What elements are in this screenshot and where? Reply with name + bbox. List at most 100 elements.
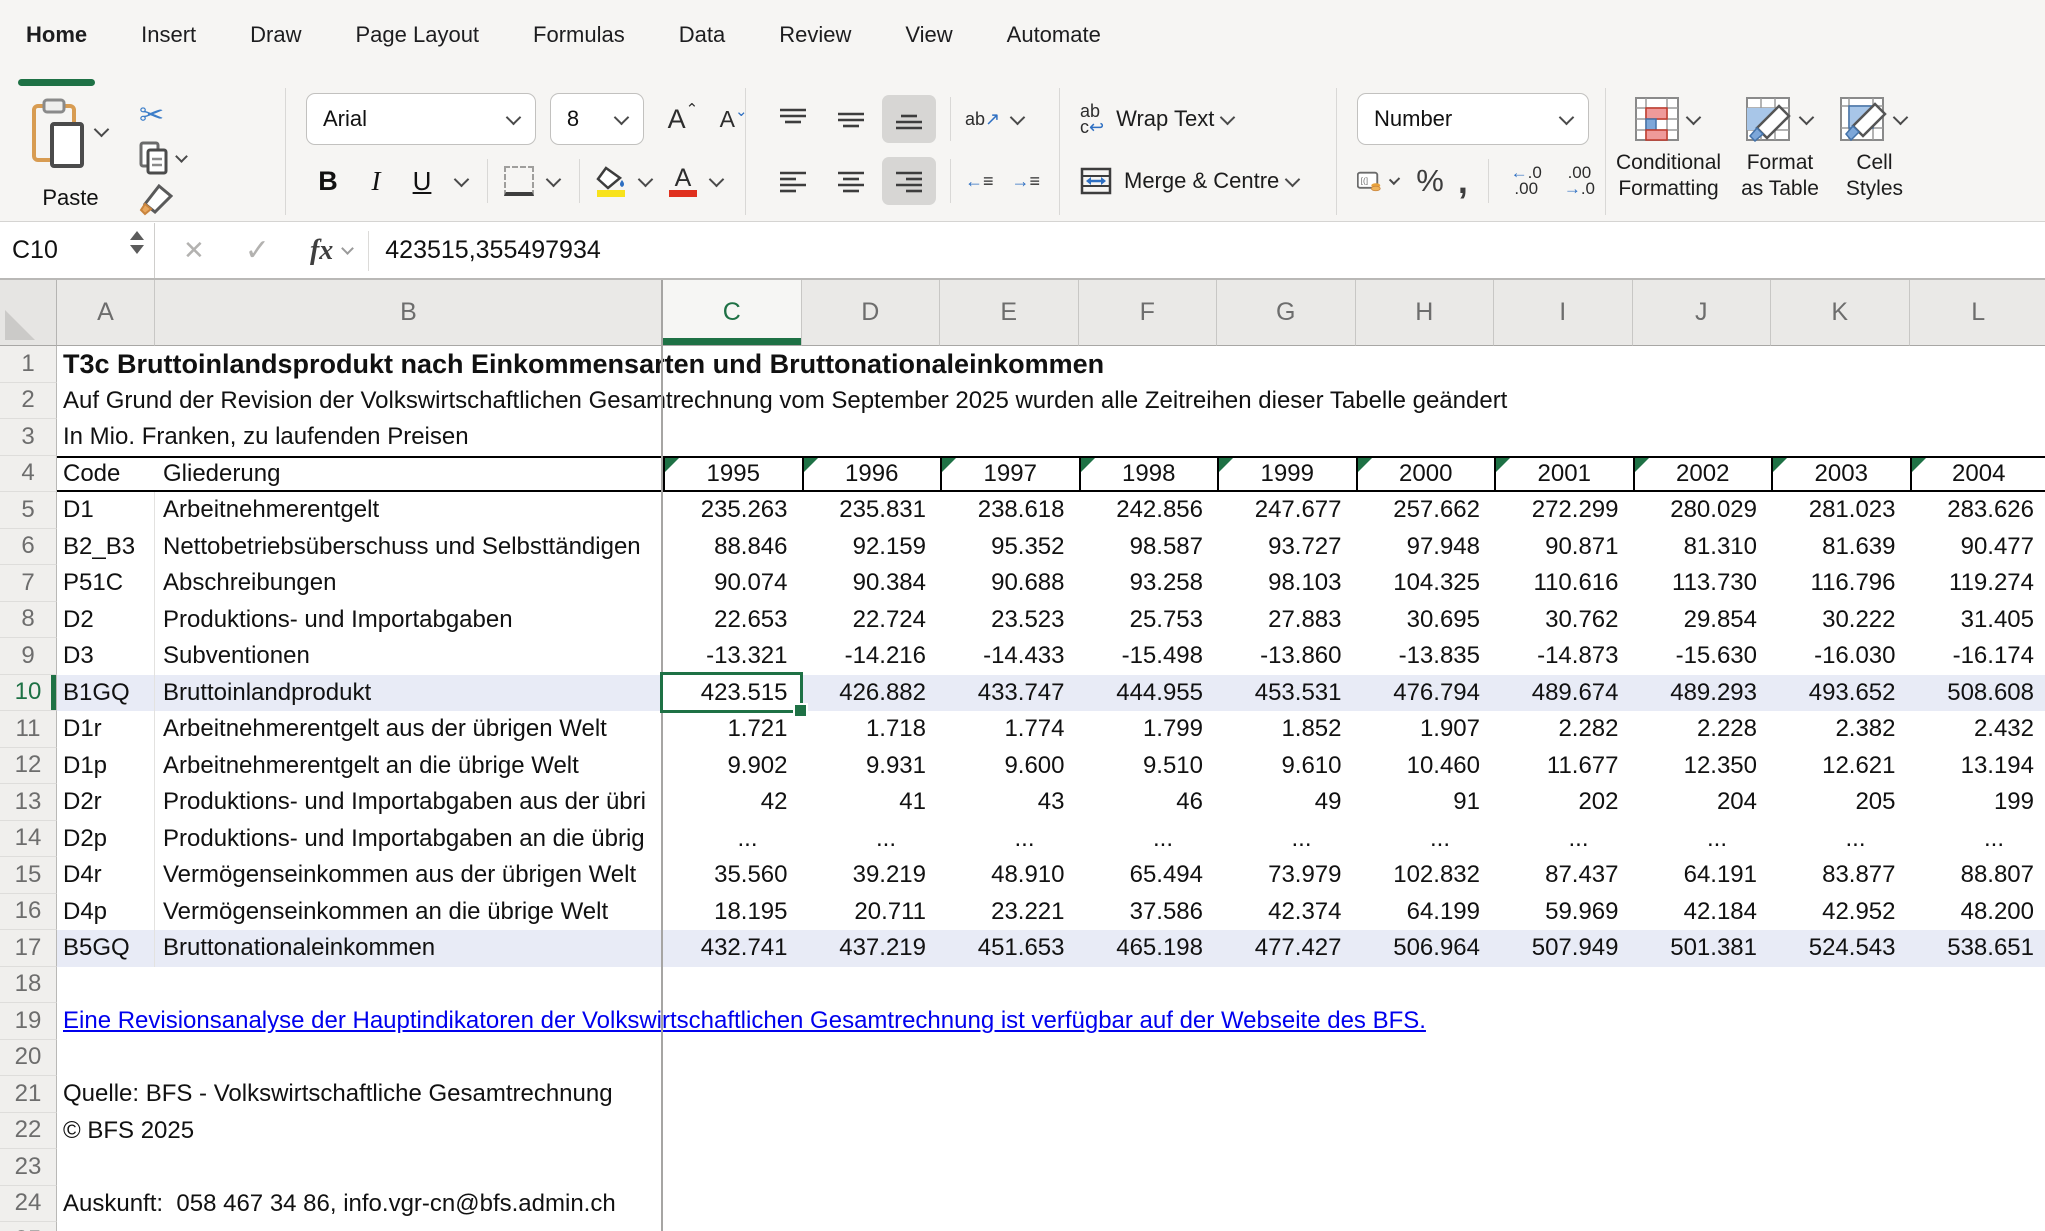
cell-B4[interactable]: Gliederung (155, 456, 663, 493)
cell-F13[interactable]: 46 (1079, 784, 1218, 821)
format-as-table-button[interactable]: Format as Table (1741, 96, 1819, 215)
fill-color-button[interactable] (596, 166, 626, 197)
cell-D5[interactable]: 235.831 (802, 492, 941, 529)
cell-L8[interactable]: 31.405 (1910, 602, 2045, 639)
cell-G14[interactable]: ... (1217, 821, 1356, 858)
cell-E16[interactable]: 23.221 (940, 894, 1079, 931)
align-left-button[interactable] (766, 157, 820, 205)
cell-L12[interactable]: 13.194 (1910, 748, 2045, 785)
cell-K6[interactable]: 81.639 (1771, 529, 1910, 566)
cell-E4[interactable]: 1997 (940, 456, 1079, 493)
cell-A5[interactable]: D1 (57, 492, 155, 529)
cell-F15[interactable]: 65.494 (1079, 857, 1218, 894)
cell-C17[interactable]: 432.741 (663, 930, 802, 967)
cell-C7[interactable]: 90.074 (663, 565, 802, 602)
row-header-2[interactable]: 2 (0, 383, 57, 420)
cell-E8[interactable]: 23.523 (940, 602, 1079, 639)
tab-home[interactable]: Home (26, 22, 87, 66)
cell-D11[interactable]: 1.718 (802, 711, 941, 748)
cell-K12[interactable]: 12.621 (1771, 748, 1910, 785)
cell-B9[interactable]: Subventionen (155, 638, 663, 675)
cell-I12[interactable]: 11.677 (1494, 748, 1633, 785)
cell-H8[interactable]: 30.695 (1356, 602, 1495, 639)
cell-C14[interactable]: ... (663, 821, 802, 858)
cell-A13[interactable]: D2r (57, 784, 155, 821)
orientation-button[interactable]: ab↗ (965, 111, 1000, 127)
row-header-18[interactable]: 18 (0, 967, 57, 1004)
cell-B13[interactable]: Produktions- und Importabgaben aus der ü… (155, 784, 663, 821)
cell-I15[interactable]: 87.437 (1494, 857, 1633, 894)
cell-B17[interactable]: Bruttonationaleinkommen (155, 930, 663, 967)
cell-E17[interactable]: 451.653 (940, 930, 1079, 967)
row-header-10[interactable]: 10 (0, 675, 57, 712)
cell-A14[interactable]: D2p (57, 821, 155, 858)
paste-dropdown-chevron[interactable] (94, 122, 110, 138)
cell-G12[interactable]: 9.610 (1217, 748, 1356, 785)
underline-chevron[interactable] (454, 171, 470, 187)
row-header-7[interactable]: 7 (0, 565, 57, 602)
cell-H16[interactable]: 64.199 (1356, 894, 1495, 931)
conditional-formatting-button[interactable]: Conditional Formatting (1616, 96, 1721, 215)
cell-C6[interactable]: 88.846 (663, 529, 802, 566)
align-middle-button[interactable] (824, 95, 878, 143)
cell-J13[interactable]: 204 (1633, 784, 1772, 821)
cell-A15[interactable]: D4r (57, 857, 155, 894)
column-header-I[interactable]: I (1494, 280, 1633, 346)
enter-icon[interactable]: ✓ (245, 233, 270, 268)
cell-E5[interactable]: 238.618 (940, 492, 1079, 529)
copy-dropdown-chevron[interactable] (175, 150, 188, 163)
insert-function-icon[interactable]: fx (310, 235, 333, 267)
decrease-decimal-button[interactable]: .00→.0 (1564, 165, 1595, 197)
cell-D13[interactable]: 41 (802, 784, 941, 821)
align-top-button[interactable] (766, 95, 820, 143)
tab-insert[interactable]: Insert (141, 22, 196, 66)
cell-F9[interactable]: -15.498 (1079, 638, 1218, 675)
cell-D12[interactable]: 9.931 (802, 748, 941, 785)
cell-K14[interactable]: ... (1771, 821, 1910, 858)
cell-L9[interactable]: -16.174 (1910, 638, 2045, 675)
cell-D14[interactable]: ... (802, 821, 941, 858)
row-header-24[interactable]: 24 (0, 1186, 57, 1223)
cell-J14[interactable]: ... (1633, 821, 1772, 858)
align-right-button[interactable] (882, 157, 936, 205)
align-bottom-button[interactable] (882, 95, 936, 143)
cell-A8[interactable]: D2 (57, 602, 155, 639)
row-header-21[interactable]: 21 (0, 1076, 57, 1113)
fill-color-chevron[interactable] (638, 171, 654, 187)
cell-K5[interactable]: 281.023 (1771, 492, 1910, 529)
cell-H12[interactable]: 10.460 (1356, 748, 1495, 785)
cell-L10[interactable]: 508.608 (1910, 675, 2045, 712)
cell-B6[interactable]: Nettobetriebsüberschuss und Selbsttändig… (155, 529, 663, 566)
cell-C5[interactable]: 235.263 (663, 492, 802, 529)
column-header-K[interactable]: K (1771, 280, 1910, 346)
cell-E9[interactable]: -14.433 (940, 638, 1079, 675)
cell-L14[interactable]: ... (1910, 821, 2045, 858)
cell-H15[interactable]: 102.832 (1356, 857, 1495, 894)
row-header-9[interactable]: 9 (0, 638, 57, 675)
format-as-table-chevron[interactable] (1798, 110, 1814, 126)
cell-D6[interactable]: 92.159 (802, 529, 941, 566)
cancel-icon[interactable]: ✕ (183, 235, 205, 266)
row-header-4[interactable]: 4 (0, 456, 57, 493)
cell-J7[interactable]: 113.730 (1633, 565, 1772, 602)
cell-I5[interactable]: 272.299 (1494, 492, 1633, 529)
cell-D9[interactable]: -14.216 (802, 638, 941, 675)
cell-K17[interactable]: 524.543 (1771, 930, 1910, 967)
cell-C11[interactable]: 1.721 (663, 711, 802, 748)
cell-G10[interactable]: 453.531 (1217, 675, 1356, 712)
cell-F5[interactable]: 242.856 (1079, 492, 1218, 529)
cell-K9[interactable]: -16.030 (1771, 638, 1910, 675)
cell-D10[interactable]: 426.882 (802, 675, 941, 712)
increase-font-size-button[interactable]: A⌃ (668, 104, 686, 135)
row-header-22[interactable]: 22 (0, 1113, 57, 1150)
cell-K4[interactable]: 2003 (1771, 456, 1910, 493)
cell-D17[interactable]: 437.219 (802, 930, 941, 967)
row-header-3[interactable]: 3 (0, 419, 57, 456)
font-size-select[interactable]: 8 (550, 93, 644, 145)
cell-I14[interactable]: ... (1494, 821, 1633, 858)
font-color-button[interactable]: A (669, 166, 697, 197)
wrap-text-chevron[interactable] (1220, 109, 1236, 125)
cell-J11[interactable]: 2.228 (1633, 711, 1772, 748)
row-header-15[interactable]: 15 (0, 857, 57, 894)
copy-button[interactable] (139, 141, 190, 175)
